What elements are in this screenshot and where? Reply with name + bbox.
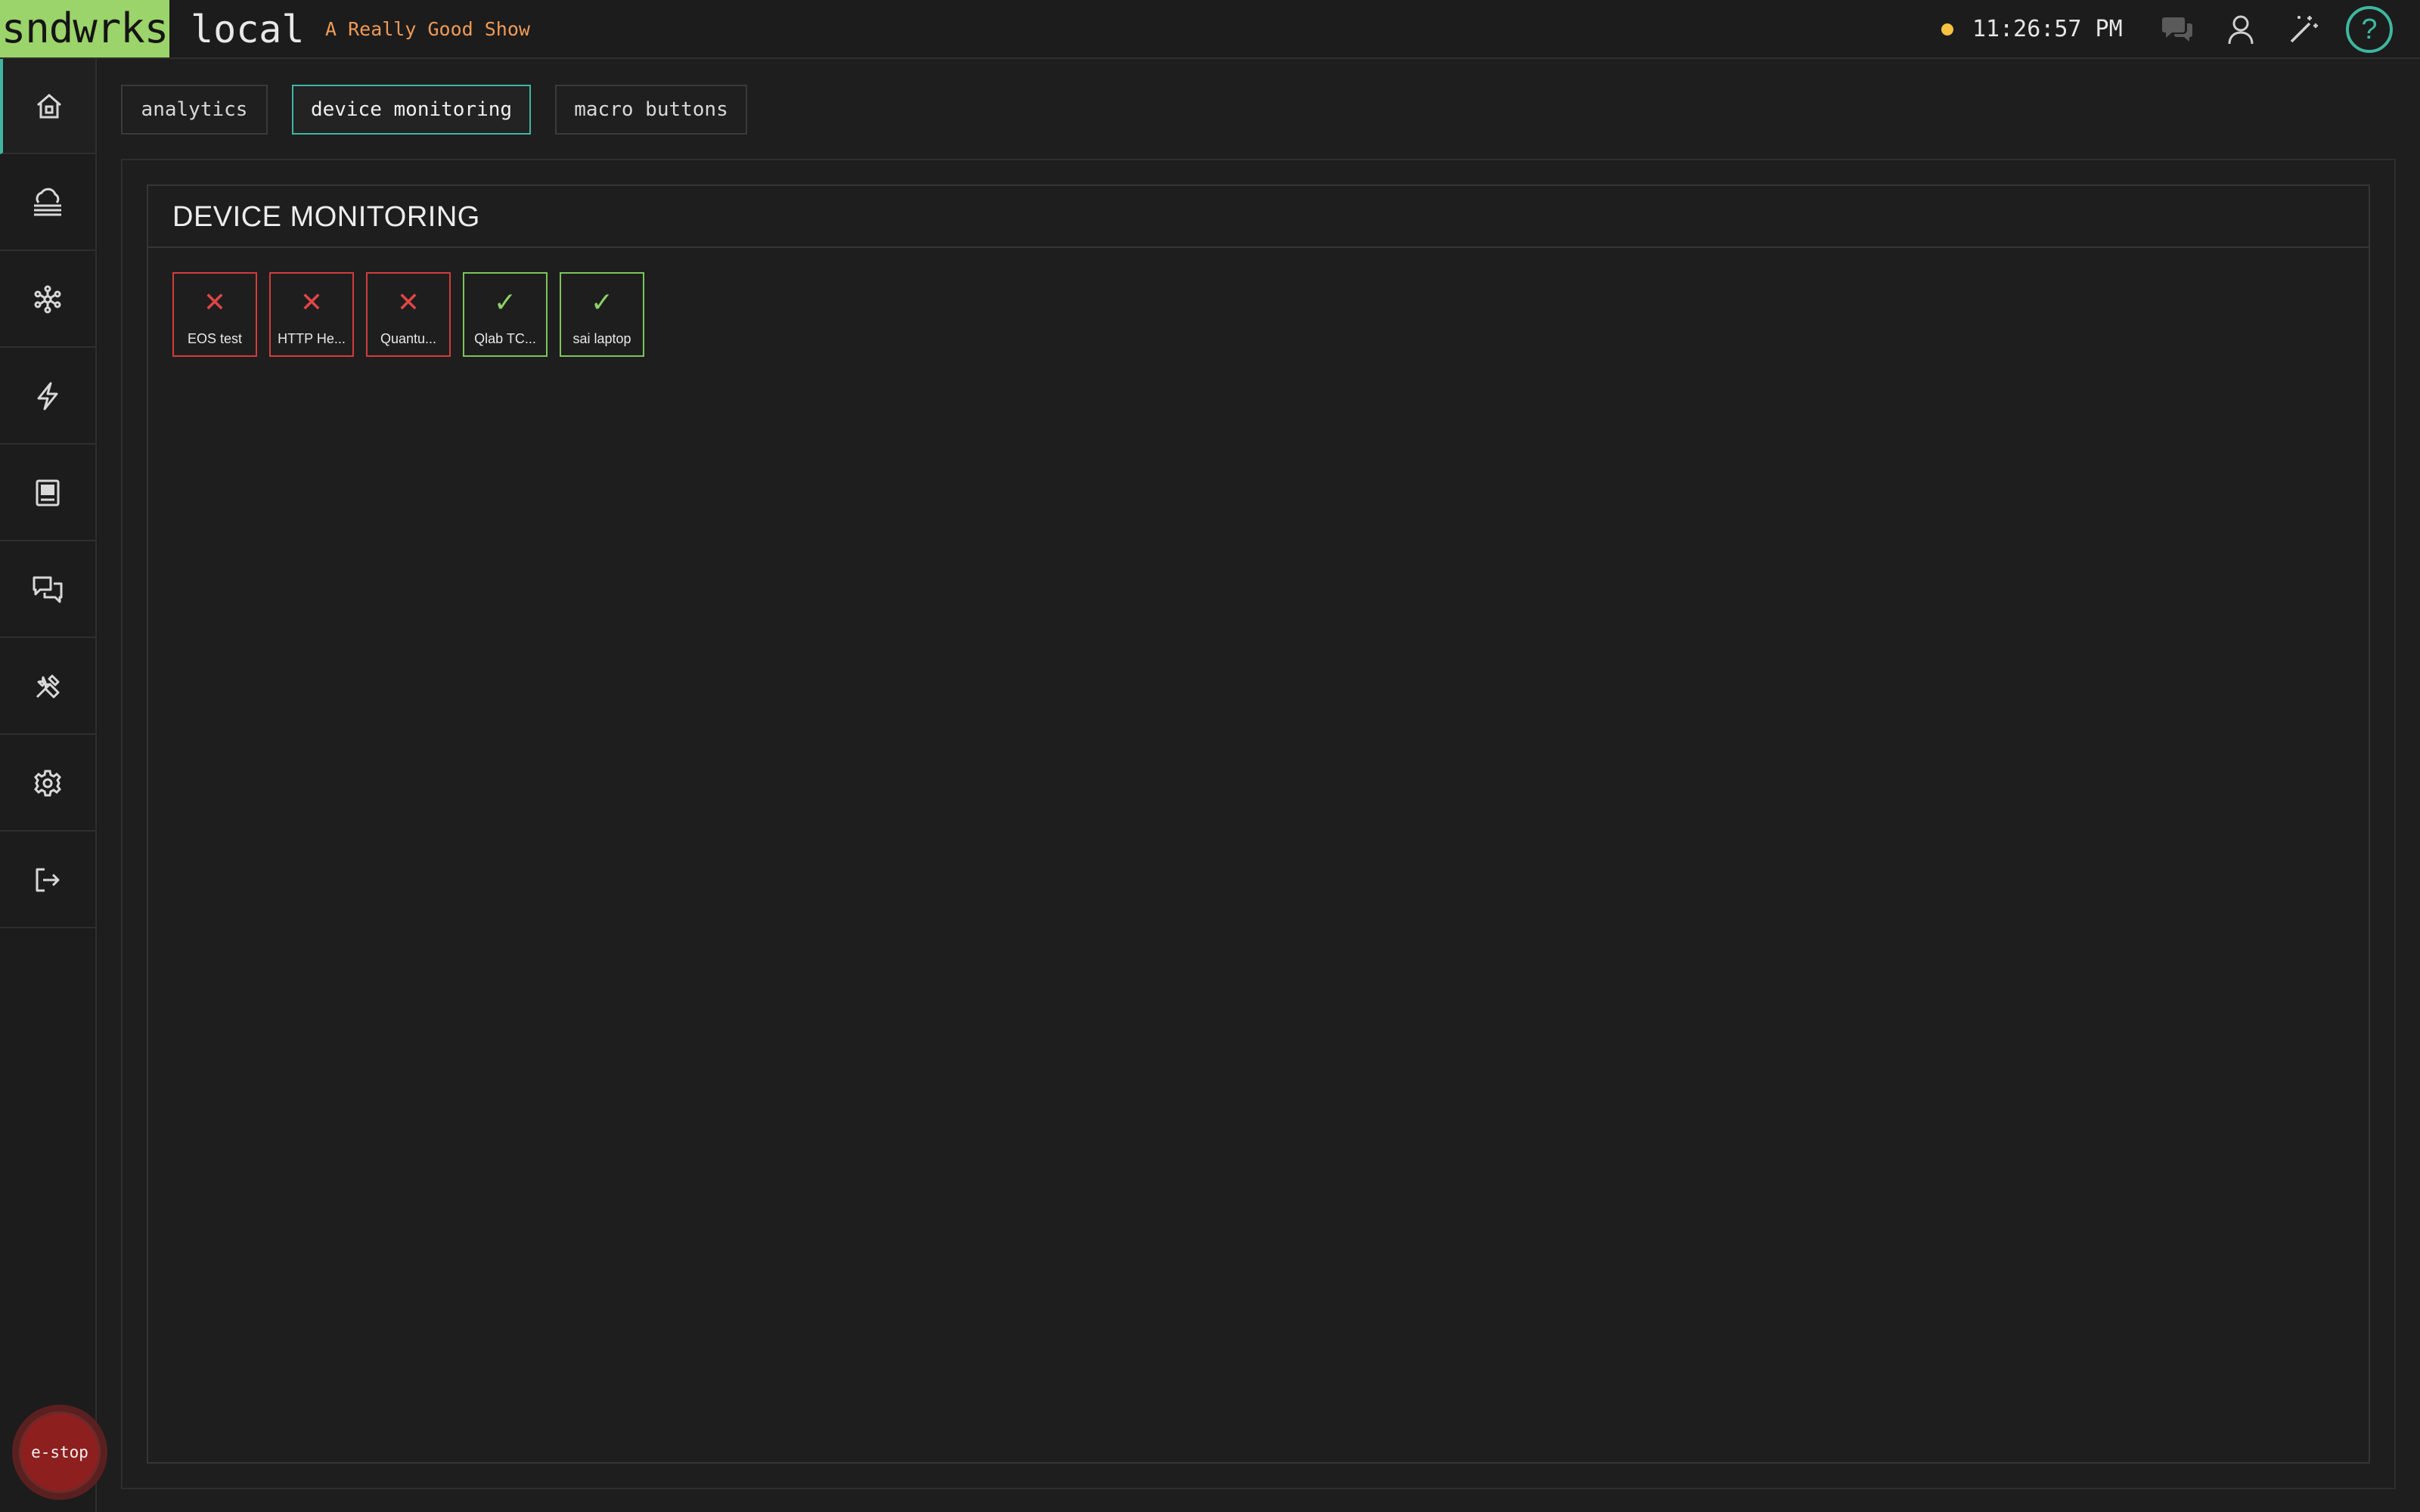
settings-icon [34,770,61,797]
device-tile-error[interactable]: ✕ Quantu... [366,272,451,357]
card-title: DEVICE MONITORING [172,201,480,233]
device-monitoring-card: DEVICE MONITORING ✕ EOS test ✕ HTTP He..… [147,184,2370,1464]
sidebar-item-network[interactable] [0,253,95,348]
error-x-icon: ✕ [203,287,227,318]
messages-icon [33,576,63,603]
sidebar-item-monitor[interactable] [0,446,95,541]
lightning-icon [37,382,58,411]
sidebar-item-messages[interactable] [0,543,95,638]
help-button[interactable]: ? [2346,6,2393,53]
sidebar-item-triggers[interactable] [0,349,95,445]
device-name: Qlab TC... [474,331,536,346]
chat-icon[interactable] [2159,11,2197,48]
tab-macro-buttons[interactable]: macro buttons [555,85,747,135]
device-name: Quantu... [380,331,437,346]
tab-device-monitoring[interactable]: device monitoring [292,85,531,135]
connection-status-indicator [1941,23,1953,36]
card-header: DEVICE MONITORING [148,186,2369,248]
top-bar: sndwrks local A Really Good Show 11:26:5… [0,0,2420,59]
logout-icon [36,868,60,892]
sidebar-item-devices[interactable] [0,156,95,251]
tools-icon [36,674,60,699]
device-name: sai laptop [572,331,631,346]
app-logo[interactable]: sndwrks [0,0,169,57]
device-name: HTTP He... [278,331,346,346]
magic-wand-icon[interactable] [2285,11,2322,48]
error-x-icon: ✕ [299,287,324,318]
sidebar-item-tools[interactable] [0,640,95,735]
error-x-icon: ✕ [396,287,420,318]
network-icon [34,285,61,314]
sidebar-item-logout[interactable] [0,833,95,928]
cloud-devices-icon [34,187,61,216]
estop-label: e-stop [19,1411,101,1493]
host-name: local [191,8,305,51]
device-tile-error[interactable]: ✕ HTTP He... [269,272,354,357]
home-icon [37,94,61,119]
show-name: A Really Good Show [325,18,530,40]
monitor-icon [36,479,60,507]
check-icon: ✓ [493,287,517,318]
device-tile-error[interactable]: ✕ EOS test [172,272,257,357]
sidebar-item-home[interactable] [0,59,95,154]
device-name: EOS test [187,331,243,346]
sidebar: e-stop [0,59,107,1512]
sidebar-item-settings[interactable] [0,736,95,832]
device-tile-ok[interactable]: ✓ sai laptop [560,272,644,357]
check-icon: ✓ [590,287,614,318]
tab-analytics[interactable]: analytics [121,85,268,135]
user-icon[interactable] [2222,11,2260,48]
device-tile-ok[interactable]: ✓ Qlab TC... [463,272,548,357]
clock: 11:26:57 PM [1972,16,2123,42]
estop-button[interactable]: e-stop [12,1405,107,1500]
